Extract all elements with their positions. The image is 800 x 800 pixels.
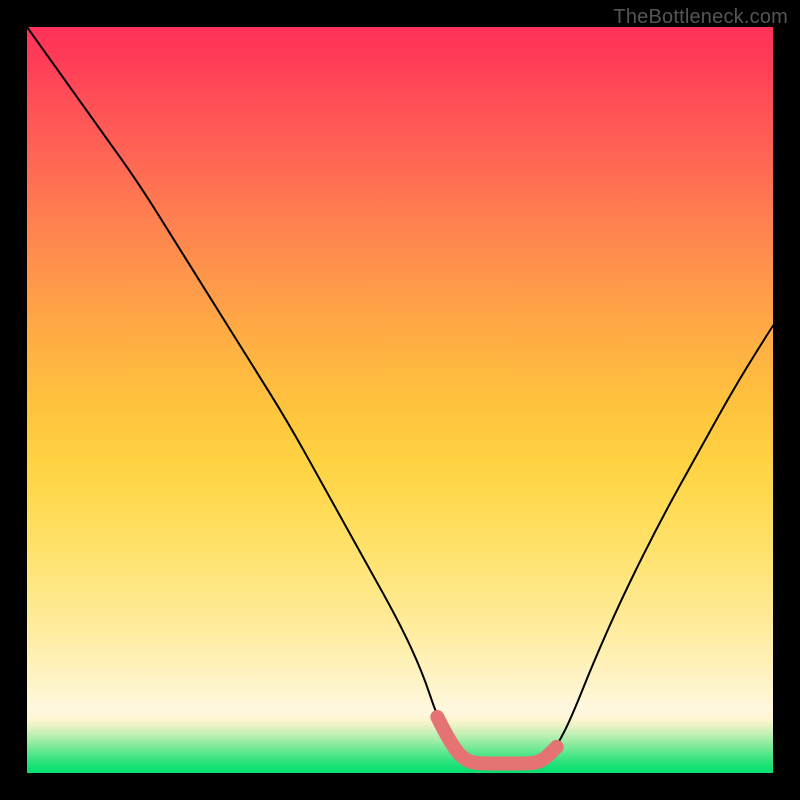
watermark-text: TheBottleneck.com: [613, 6, 788, 29]
bottleneck-curve: [27, 27, 773, 769]
plot-area: [27, 27, 773, 773]
bottom-highlight: [437, 717, 556, 764]
curve-layer: [27, 27, 773, 773]
chart-stage: TheBottleneck.com: [0, 0, 800, 800]
